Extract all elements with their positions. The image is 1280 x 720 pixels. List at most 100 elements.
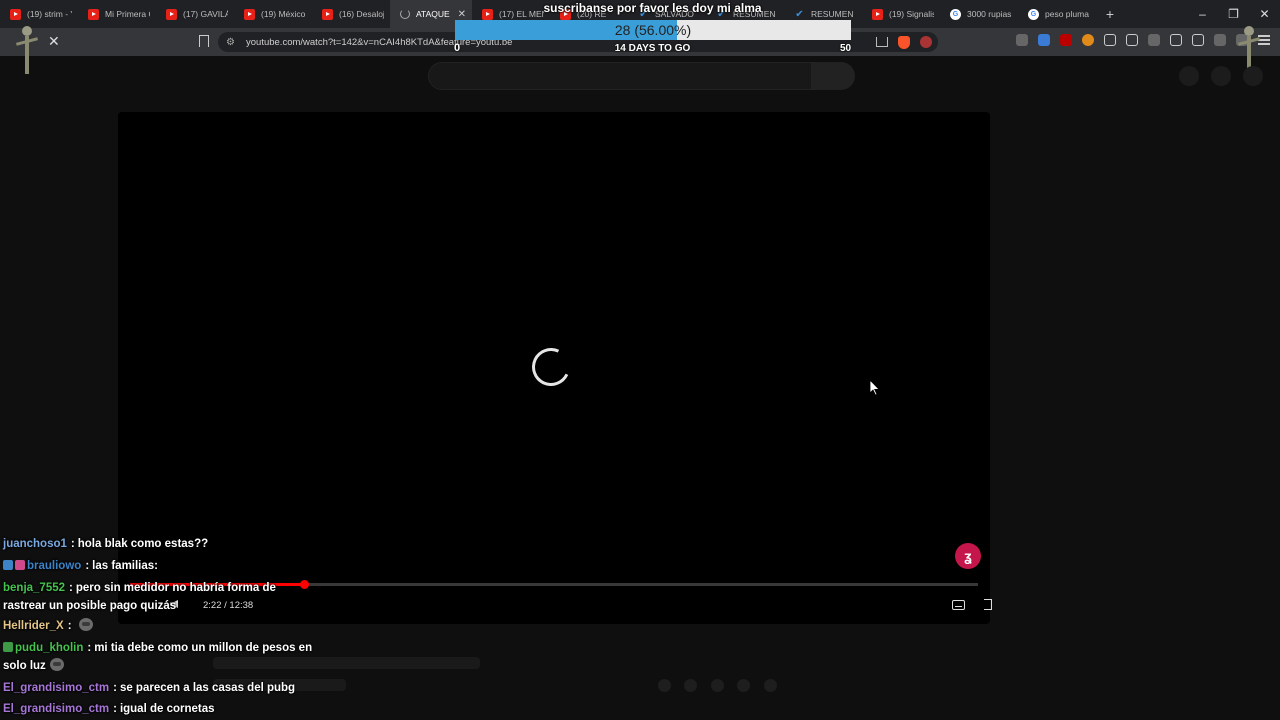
avatar-skeleton[interactable] bbox=[1243, 66, 1263, 86]
tab-4[interactable]: (16) Desaloja bbox=[312, 0, 390, 28]
youtube-icon bbox=[166, 8, 177, 20]
goal-progress-text: 28 (56.00%) bbox=[614, 22, 692, 38]
tab-12[interactable]: G 3000 rupias a bbox=[940, 0, 1018, 28]
youtube-icon bbox=[872, 8, 883, 20]
ublock-extension-icon[interactable] bbox=[1060, 34, 1072, 46]
search-button-skeleton[interactable] bbox=[812, 62, 855, 90]
chat-message: pudu_kholin: mi tia debe como un millon d… bbox=[3, 639, 312, 657]
extensions-toolbar bbox=[1016, 34, 1270, 46]
chat-username[interactable]: benja_7552 bbox=[3, 582, 65, 594]
close-window-button[interactable]: ✕ bbox=[1249, 0, 1280, 28]
video-time: 2:22 / 12:38 bbox=[203, 600, 254, 611]
chat-text: hola blak como estas?? bbox=[77, 538, 209, 550]
goal-progress-bar: 28 (56.00%) bbox=[455, 20, 851, 40]
goal-days-left: 14 DAYS TO GO bbox=[614, 43, 691, 54]
brave-rewards-icon[interactable] bbox=[920, 36, 932, 48]
chat-username[interactable]: juanchoso1 bbox=[3, 538, 67, 550]
chat-username[interactable]: El_grandisimo_ctm bbox=[3, 703, 109, 715]
chat-message: benja_7552: pero sin medidor no habría fo… bbox=[3, 579, 276, 597]
chat-separator: : bbox=[67, 620, 72, 632]
chat-message: brauliowo: las familias: bbox=[3, 557, 158, 575]
bookmark-icon[interactable] bbox=[199, 35, 209, 47]
audio-extension-icon[interactable] bbox=[1038, 34, 1050, 46]
floating-logo-icon[interactable]: ʓ bbox=[955, 543, 981, 569]
share-icon[interactable] bbox=[876, 37, 888, 47]
chat-username[interactable]: El_grandisimo_ctm bbox=[3, 682, 109, 694]
video-scrubber-handle[interactable] bbox=[299, 580, 309, 589]
chat-message: Hellrider_X: bbox=[3, 617, 93, 635]
settings-icon[interactable] bbox=[984, 599, 992, 610]
chat-separator: : bbox=[85, 560, 90, 572]
tab-0[interactable]: (19) strim - Y bbox=[0, 0, 78, 28]
chat-badge-icon bbox=[15, 560, 25, 570]
tab-label: (16) Desaloja bbox=[339, 9, 384, 19]
skeleton-dot bbox=[711, 679, 724, 692]
notifications-icon-skeleton[interactable] bbox=[1211, 66, 1231, 86]
screenshot-icon[interactable] bbox=[1126, 34, 1138, 46]
chat-separator: : bbox=[113, 703, 117, 715]
youtube-icon bbox=[482, 8, 493, 20]
goal-max-label: 50 bbox=[840, 43, 852, 54]
chat-badge-icon bbox=[3, 642, 13, 652]
search-input-skeleton[interactable] bbox=[428, 62, 812, 90]
tab-label: 3000 rupias a bbox=[967, 9, 1012, 19]
youtube-icon bbox=[322, 8, 333, 20]
brave-shields-icon[interactable] bbox=[898, 35, 910, 49]
tab-label: ATAQUE bbox=[416, 9, 450, 19]
youtube-icon bbox=[244, 8, 255, 20]
minimize-button[interactable]: – bbox=[1187, 0, 1218, 28]
media-control-icon[interactable] bbox=[1148, 34, 1160, 46]
goal-min-label: 0 bbox=[454, 42, 461, 54]
skeleton-dot bbox=[684, 679, 697, 692]
google-icon: G bbox=[950, 8, 961, 20]
wallet-icon[interactable] bbox=[1192, 34, 1204, 46]
title-skeleton bbox=[213, 657, 480, 669]
goal-title: suscribanse por favor les doy mi alma bbox=[543, 1, 762, 15]
chat-text: solo luz bbox=[3, 660, 46, 672]
chat-text: las familias: bbox=[92, 560, 158, 572]
tab-label: (19) strim - Y bbox=[27, 9, 72, 19]
new-tab-button[interactable]: + bbox=[1100, 6, 1120, 22]
chat-text: pero sin medidor no habría forma de bbox=[75, 582, 276, 594]
tab-label: peso pluma e bbox=[1045, 9, 1090, 19]
translate-extension-icon[interactable] bbox=[1016, 34, 1028, 46]
orange-extension-icon[interactable] bbox=[1082, 34, 1094, 46]
tab-label: (17) GAVILÁN bbox=[183, 9, 228, 19]
chat-message: El_grandisimo_ctm: igual de cornetas bbox=[3, 700, 215, 718]
tab-13[interactable]: Gpeso pluma e bbox=[1018, 0, 1096, 28]
tab-1[interactable]: Mi Primera C bbox=[78, 0, 156, 28]
skeleton-dot bbox=[658, 679, 671, 692]
chat-text: mi tia debe como un millon de pesos en bbox=[94, 642, 313, 654]
chat-separator: : bbox=[87, 642, 92, 654]
stop-loading-button[interactable]: ✕ bbox=[48, 33, 60, 50]
skeleton-dot bbox=[737, 679, 750, 692]
chat-emote-icon bbox=[78, 618, 93, 631]
site-info-icon[interactable]: ⚙ bbox=[226, 37, 242, 48]
restore-button[interactable]: ❐ bbox=[1218, 0, 1249, 28]
tab-label: Mi Primera C bbox=[105, 9, 150, 19]
chat-emote-icon bbox=[49, 658, 64, 671]
chat-username[interactable]: brauliowo bbox=[27, 560, 81, 572]
chat-message: rastrear un posible pago quizás bbox=[3, 597, 176, 615]
chat-message: solo luz bbox=[3, 657, 64, 675]
loading-icon bbox=[400, 9, 410, 19]
youtube-icon bbox=[88, 8, 99, 20]
tab-2[interactable]: (17) GAVILÁN bbox=[156, 0, 234, 28]
leo-ai-icon[interactable] bbox=[1214, 34, 1226, 46]
chat-text: rastrear un posible pago quizás bbox=[3, 600, 177, 612]
chat-username[interactable]: Hellrider_X bbox=[3, 620, 64, 632]
create-icon-skeleton[interactable] bbox=[1179, 66, 1199, 86]
google-icon: G bbox=[1028, 8, 1039, 20]
tab-11[interactable]: (19) Signalis bbox=[862, 0, 940, 28]
chat-message: juanchoso1: hola blak como estas?? bbox=[3, 535, 208, 553]
close-tab-icon[interactable]: ✕ bbox=[458, 9, 466, 20]
tab-3[interactable]: (19) México h bbox=[234, 0, 312, 28]
chat-message: El_grandisimo_ctm: se parecen a las casas… bbox=[3, 679, 295, 697]
sidebar-icon[interactable] bbox=[1170, 34, 1182, 46]
subtitles-icon[interactable] bbox=[952, 600, 965, 610]
chat-text: igual de cornetas bbox=[119, 703, 215, 715]
chat-separator: : bbox=[69, 582, 73, 594]
chat-username[interactable]: pudu_kholin bbox=[15, 642, 83, 654]
extensions-puzzle-icon[interactable] bbox=[1104, 34, 1116, 46]
tab-label: RESUMEN DE bbox=[811, 9, 856, 19]
